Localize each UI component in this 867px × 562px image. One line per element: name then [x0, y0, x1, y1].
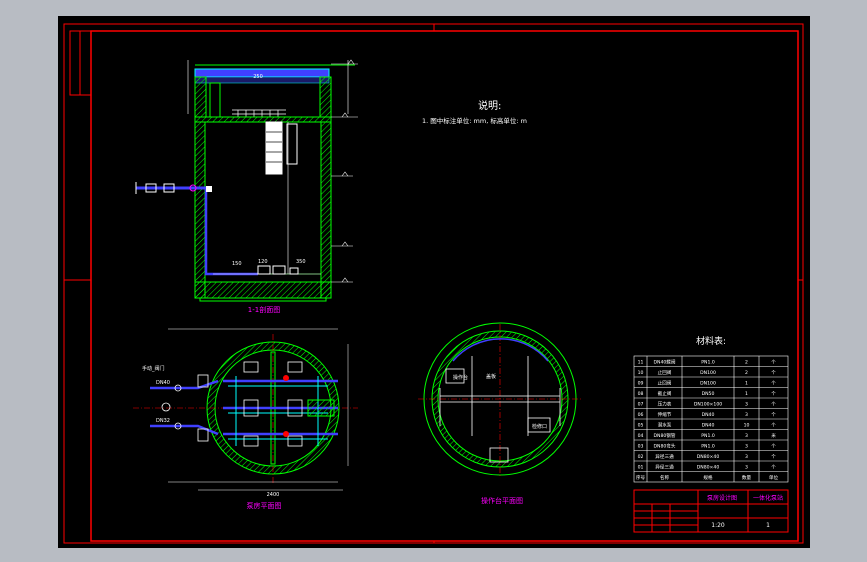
materials-cell: 3 [745, 433, 748, 439]
materials-cell: 个 [771, 412, 776, 418]
materials-cell: 2 [745, 360, 748, 366]
materials-cell: 止回阀 [658, 380, 672, 387]
materials-cell: 个 [771, 454, 776, 460]
materials-cell: DN80钢管 [653, 432, 675, 439]
plan-width: 2400 [267, 492, 280, 498]
outer-frame [63, 23, 804, 544]
materials-cell: 个 [771, 391, 776, 397]
materials-cell: PN1.0 [701, 433, 715, 439]
title-project: 泵房设计图 [707, 494, 737, 502]
materials-cell: 04 [638, 433, 644, 439]
materials-cell: 06 [638, 412, 644, 418]
materials-cell: 个 [771, 370, 776, 376]
materials-cell: 止回阀 [658, 369, 672, 376]
plan-title: 泵房平面图 [247, 501, 282, 510]
materials-cell: DN100×100 [694, 402, 722, 408]
plan-dia-b: DN32 [156, 418, 170, 424]
materials-cell: 个 [771, 381, 776, 387]
plan-valve-label: 手动_阀门 [142, 365, 165, 372]
materials-cell: 异径三通 [655, 464, 674, 471]
top-plan-title: 操作台平面图 [481, 496, 523, 505]
materials-cell: 05 [638, 423, 644, 429]
materials-cell: DN80×40 [697, 454, 720, 460]
materials-cell: 个 [771, 402, 776, 408]
plan-dia-a: DN40 [156, 380, 170, 386]
title-block: 泵房设计图 一体化泵站 1:20 1 [633, 489, 789, 533]
materials-cell: 伸缩节 [658, 411, 672, 418]
materials-cell: 潜水泵 [658, 422, 672, 429]
materials-cell: 3 [745, 465, 748, 471]
title-drawing-name: 一体化泵站 [753, 494, 783, 502]
materials-cell: 09 [638, 381, 644, 387]
notes-heading: 说明: [478, 99, 501, 112]
top-plan-view: 操作台 检修口 盖板 操作台平面图 [418, 322, 583, 505]
top-left-box-label: 操作台 [453, 374, 468, 381]
materials-header-cell: 序号 [636, 474, 646, 481]
title-scale: 1:20 [711, 522, 725, 529]
materials-cell: 3 [745, 402, 748, 408]
materials-cell: 3 [745, 412, 748, 418]
materials-cell: DN100 [700, 381, 716, 387]
materials-cell: DN40 [702, 423, 715, 429]
materials-cell: 异径三通 [655, 453, 674, 460]
materials-table: 材料表: 11 DN40蝶阀 PN1.0 2 个10 止回阀 DN100 2 个09 止回阀 DN1… [633, 335, 789, 483]
materials-cell: PN1.0 [701, 444, 715, 450]
materials-cell: 07 [638, 402, 644, 408]
section-dim-b: 120 [258, 259, 268, 265]
materials-cell: DN50 [702, 391, 715, 397]
materials-cell: 1 [745, 381, 748, 387]
materials-cell: 03 [638, 444, 644, 450]
materials-cell: PN1.0 [701, 360, 715, 366]
materials-header-cell: 规格 [703, 474, 713, 481]
drawing-sheet: 250 150 120 350 1-1剖面图 手动_阀门 DN40 DN32 2… [58, 16, 810, 548]
materials-cell: 01 [638, 465, 644, 471]
materials-cell: 3 [745, 454, 748, 460]
materials-cell: 10 [744, 423, 750, 429]
materials-cell: 2 [745, 370, 748, 376]
materials-cell: DN100 [700, 370, 716, 376]
materials-cell: DN80弯头 [653, 443, 675, 450]
materials-cell: 米 [771, 432, 776, 439]
materials-cell: 10 [638, 370, 644, 376]
cad-drawing: 250 150 120 350 1-1剖面图 手动_阀门 DN40 DN32 2… [63, 23, 804, 544]
materials-heading: 材料表: [696, 335, 726, 347]
materials-cell: 02 [638, 454, 644, 460]
materials-cell: 压力表 [658, 401, 672, 408]
notes-line1: 1. 图中标注单位: mm, 标高单位: m [422, 116, 527, 125]
materials-cell: 个 [771, 360, 776, 366]
section-title: 1-1剖面图 [248, 305, 280, 314]
materials-cell: 个 [771, 423, 776, 429]
materials-header-cell: 数量 [742, 474, 752, 481]
materials-cell: 11 [638, 360, 644, 366]
materials-cell: DN40蝶阀 [653, 359, 675, 366]
top-right-box-label: 检修口 [532, 423, 547, 430]
materials-cell: DN80×40 [697, 465, 720, 471]
materials-cell: 08 [638, 391, 644, 397]
notes-block: 说明: 1. 图中标注单位: mm, 标高单位: m [422, 99, 527, 125]
materials-cell: DN40 [702, 412, 715, 418]
materials-cell: 1 [745, 391, 748, 397]
top-grid-label: 盖板 [486, 373, 496, 380]
materials-cell: 个 [771, 465, 776, 471]
materials-header-cell: 名称 [660, 474, 670, 481]
materials-cell: 3 [745, 444, 748, 450]
section-view: 250 150 120 350 1-1剖面图 [135, 59, 358, 314]
section-dim-c: 350 [296, 259, 306, 265]
section-top-dim: 250 [253, 74, 263, 80]
title-sheet: 1 [766, 522, 770, 529]
pump-plan-view: 手动_阀门 DN40 DN32 2400 泵房平面图 [133, 328, 358, 510]
materials-cell: 个 [771, 444, 776, 450]
section-dim-a: 150 [232, 261, 242, 267]
materials-header-cell: 单位 [769, 474, 779, 481]
materials-cell: 截止阀 [658, 390, 672, 397]
